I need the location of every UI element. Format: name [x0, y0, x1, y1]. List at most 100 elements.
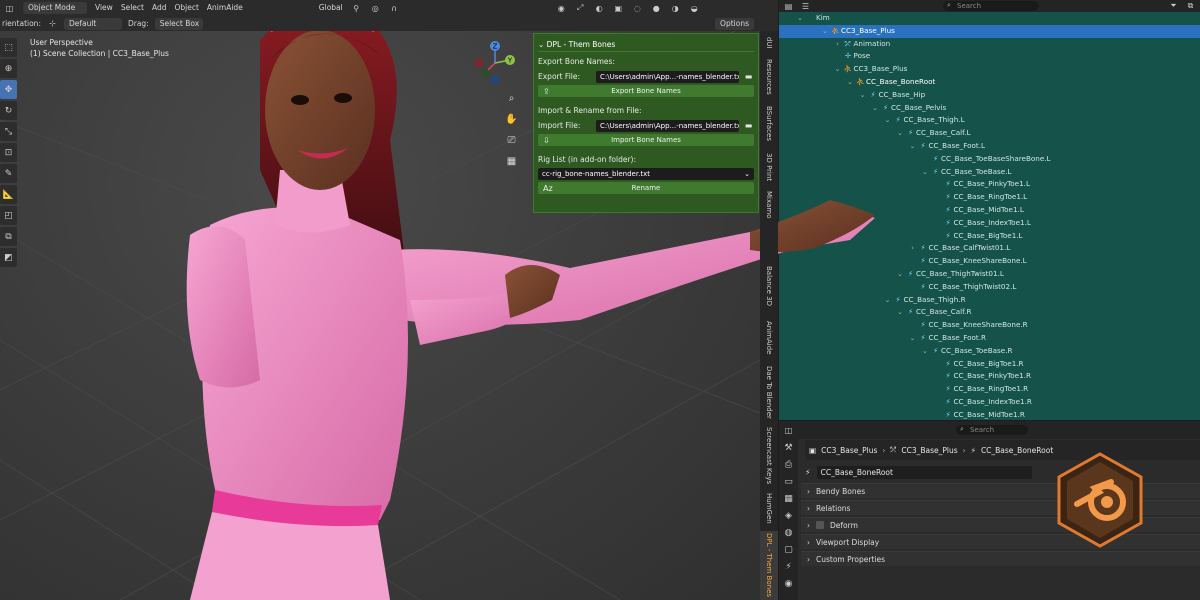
- orientation-dropdown[interactable]: Default: [63, 17, 122, 30]
- outliner-row[interactable]: ⌄ ⚡ CC_Base_Hip: [779, 89, 1200, 102]
- pan-hand-icon[interactable]: ✋: [503, 111, 520, 128]
- measure-tool-icon[interactable]: 📐: [0, 185, 17, 204]
- outliner-row[interactable]: ✢ Pose: [779, 50, 1200, 63]
- rotate-tool-icon[interactable]: ↻: [0, 101, 17, 120]
- outliner-row[interactable]: ⚡ CC_Base_MidToe1.L: [779, 204, 1200, 217]
- chevron-right-icon[interactable]: ›: [833, 38, 843, 51]
- outliner-row[interactable]: ⌄ ⚡ CC_Base_Pelvis: [779, 102, 1200, 115]
- overlay-toggle-icon[interactable]: ◐: [594, 3, 605, 14]
- outliner-row[interactable]: ⌄ ⚡ CC_Base_ToeBase.R: [779, 345, 1200, 358]
- editor-type-icon[interactable]: ◫: [4, 3, 15, 14]
- outliner-row[interactable]: ⌄ ⚡ CC_Base_Thigh.L: [779, 114, 1200, 127]
- tab-resources[interactable]: Resources: [760, 55, 778, 99]
- menu-add[interactable]: Add: [152, 2, 167, 14]
- gizmo-toggle-icon[interactable]: ⤢: [575, 3, 586, 14]
- panel-custom-properties[interactable]: › Custom Properties: [801, 551, 1200, 566]
- zoom-icon[interactable]: ⌕: [503, 90, 520, 107]
- outliner-search-input[interactable]: Search: [943, 0, 1039, 11]
- chevron-down-icon[interactable]: ⌄: [795, 12, 805, 25]
- 3d-viewport[interactable]: rientation: Default Drag: Select Box ◫ O…: [0, 0, 778, 600]
- menu-animaide[interactable]: AnimAide: [207, 2, 243, 14]
- tab-screencast-keys[interactable]: Screencast Keys: [760, 425, 778, 487]
- import-bone-names-button[interactable]: ⇩ Import Bone Names: [538, 134, 754, 146]
- panel-header[interactable]: ⌄ DPL - Them Bones: [538, 38, 754, 52]
- outliner-row[interactable]: › ⚡ CC_Base_CalfTwist01.L: [779, 242, 1200, 255]
- outliner-row[interactable]: ⚡ CC_Base_PinkyToe1.L: [779, 178, 1200, 191]
- breadcrumb-armature[interactable]: CC3_Base_Plus: [901, 446, 957, 455]
- outliner-row[interactable]: ⚡ CC_Base_MidToe1.R: [779, 409, 1200, 420]
- chevron-down-icon[interactable]: ⌄: [870, 102, 880, 115]
- drag-dropdown[interactable]: Select Box: [154, 17, 203, 30]
- rig-list-dropdown[interactable]: cc-rig_bone-names_blender.txt ⌄: [538, 168, 754, 180]
- outliner-row[interactable]: ⌄ ⚡ CC_Base_ToeBase.L: [779, 166, 1200, 179]
- outliner-row[interactable]: ⌄ ⚡ CC_Base_Calf.L: [779, 127, 1200, 140]
- tab-them-bones[interactable]: DPL - Them Bones: [760, 531, 778, 600]
- filter-icon[interactable]: ⏷: [1168, 1, 1179, 12]
- shrink-tool-icon[interactable]: ⧉: [0, 227, 17, 246]
- chevron-down-icon[interactable]: ⌄: [908, 140, 918, 153]
- outliner-row[interactable]: ⚡ CC_Base_KneeShareBone.L: [779, 255, 1200, 268]
- output-icon[interactable]: ▭: [779, 473, 798, 490]
- tab-balance-3d[interactable]: Balance 3D: [760, 259, 778, 313]
- outliner-row[interactable]: ⚡ CC_Base_RingToe1.R: [779, 383, 1200, 396]
- outliner-row[interactable]: ⌄ Kim: [779, 12, 1200, 25]
- editor-type-icon[interactable]: ◫: [783, 425, 794, 436]
- world-icon[interactable]: ◍: [779, 524, 798, 541]
- chevron-down-icon[interactable]: ⌄: [895, 306, 905, 319]
- chevron-down-icon[interactable]: ⌄: [833, 63, 843, 76]
- chevron-right-icon[interactable]: ›: [908, 242, 918, 255]
- chevron-down-icon[interactable]: ⌄: [883, 114, 893, 127]
- breadcrumb-bone[interactable]: CC_Base_BoneRoot: [981, 446, 1053, 455]
- snap-icon[interactable]: ⚲: [351, 3, 362, 14]
- tab-animaide[interactable]: AnimAide: [760, 317, 778, 359]
- deform-checkbox[interactable]: [816, 521, 824, 529]
- object-icon[interactable]: ▢: [779, 541, 798, 558]
- camera-view-icon[interactable]: ⎚: [503, 132, 520, 149]
- add-cube-tool-icon[interactable]: ◰: [0, 206, 17, 225]
- tab-dae-to-blender[interactable]: Dae To Blender: [760, 361, 778, 423]
- bone-icon[interactable]: ⚡: [779, 558, 798, 575]
- editor-type-icon[interactable]: ▤: [783, 1, 794, 12]
- magnet-icon[interactable]: ∩: [389, 3, 400, 14]
- annotate-tool-icon[interactable]: ✎: [0, 164, 17, 183]
- menu-select[interactable]: Select: [121, 2, 144, 14]
- outliner-row[interactable]: ⚡ CC_Base_RingToe1.L: [779, 191, 1200, 204]
- tab-bsurfaces[interactable]: BSurfaces: [760, 101, 778, 145]
- view-layer-icon[interactable]: ▦: [779, 490, 798, 507]
- transform-orientation-dropdown[interactable]: Global: [319, 2, 343, 14]
- view-object-types-icon[interactable]: ◉: [556, 3, 567, 14]
- physics-icon[interactable]: ◉: [779, 575, 798, 592]
- chevron-down-icon[interactable]: ⌄: [845, 76, 855, 89]
- shading-wireframe-icon[interactable]: ◌: [632, 3, 643, 14]
- properties-search-input[interactable]: Search: [956, 424, 1028, 435]
- chevron-down-icon[interactable]: ⌄: [858, 89, 868, 102]
- proportional-edit-icon[interactable]: ◎: [370, 3, 381, 14]
- menu-object[interactable]: Object: [174, 2, 198, 14]
- outliner-row[interactable]: ⌄ ⚡ CC_Base_Foot.R: [779, 332, 1200, 345]
- chevron-down-icon[interactable]: ⌄: [883, 294, 893, 307]
- extra-tool-icon[interactable]: ◩: [0, 248, 17, 267]
- tab-3d-print[interactable]: 3D Print: [760, 147, 778, 187]
- outliner-row[interactable]: ⌄ ⛹CC3_Base_Plus: [779, 24, 1200, 38]
- scale-tool-icon[interactable]: ⤡: [0, 122, 17, 141]
- select-box-tool-icon[interactable]: ⬚: [0, 38, 17, 57]
- menu-view[interactable]: View: [95, 2, 113, 14]
- outliner-row[interactable]: ⌄ ⚡ CC_Base_ThighTwist01.L: [779, 268, 1200, 281]
- chevron-down-icon[interactable]: ⌄: [920, 166, 930, 179]
- navigation-gizmo[interactable]: Z Y: [470, 38, 520, 88]
- outliner-row[interactable]: ⌄ ⚡ CC_Base_Calf.R: [779, 306, 1200, 319]
- chevron-down-icon[interactable]: ⌄: [920, 345, 930, 358]
- outliner-row[interactable]: ⚡ CC_Base_ToeBaseShareBone.L: [779, 153, 1200, 166]
- outliner-row[interactable]: ⚡ CC_Base_KneeShareBone.R: [779, 319, 1200, 332]
- outliner-row[interactable]: ⚡ CC_Base_IndexToe1.R: [779, 396, 1200, 409]
- outliner-row[interactable]: ⌄ ⛹CC_Base_BoneRoot: [779, 76, 1200, 89]
- mode-dropdown[interactable]: Object Mode: [23, 2, 87, 14]
- export-bone-names-button[interactable]: ⇪ Export Bone Names: [538, 85, 754, 97]
- rename-button[interactable]: Az Rename: [538, 182, 754, 194]
- outliner-row[interactable]: › ⤱ Animation: [779, 38, 1200, 51]
- bone-name-field[interactable]: CC_Base_BoneRoot: [816, 465, 1032, 479]
- chevron-down-icon[interactable]: ⌄: [908, 332, 918, 345]
- new-collection-icon[interactable]: ⧉: [1185, 1, 1196, 12]
- tab-mixamo[interactable]: Mixamo: [760, 189, 778, 221]
- export-file-field[interactable]: C:\Users\admin\App...-names_blender.txt: [596, 70, 739, 83]
